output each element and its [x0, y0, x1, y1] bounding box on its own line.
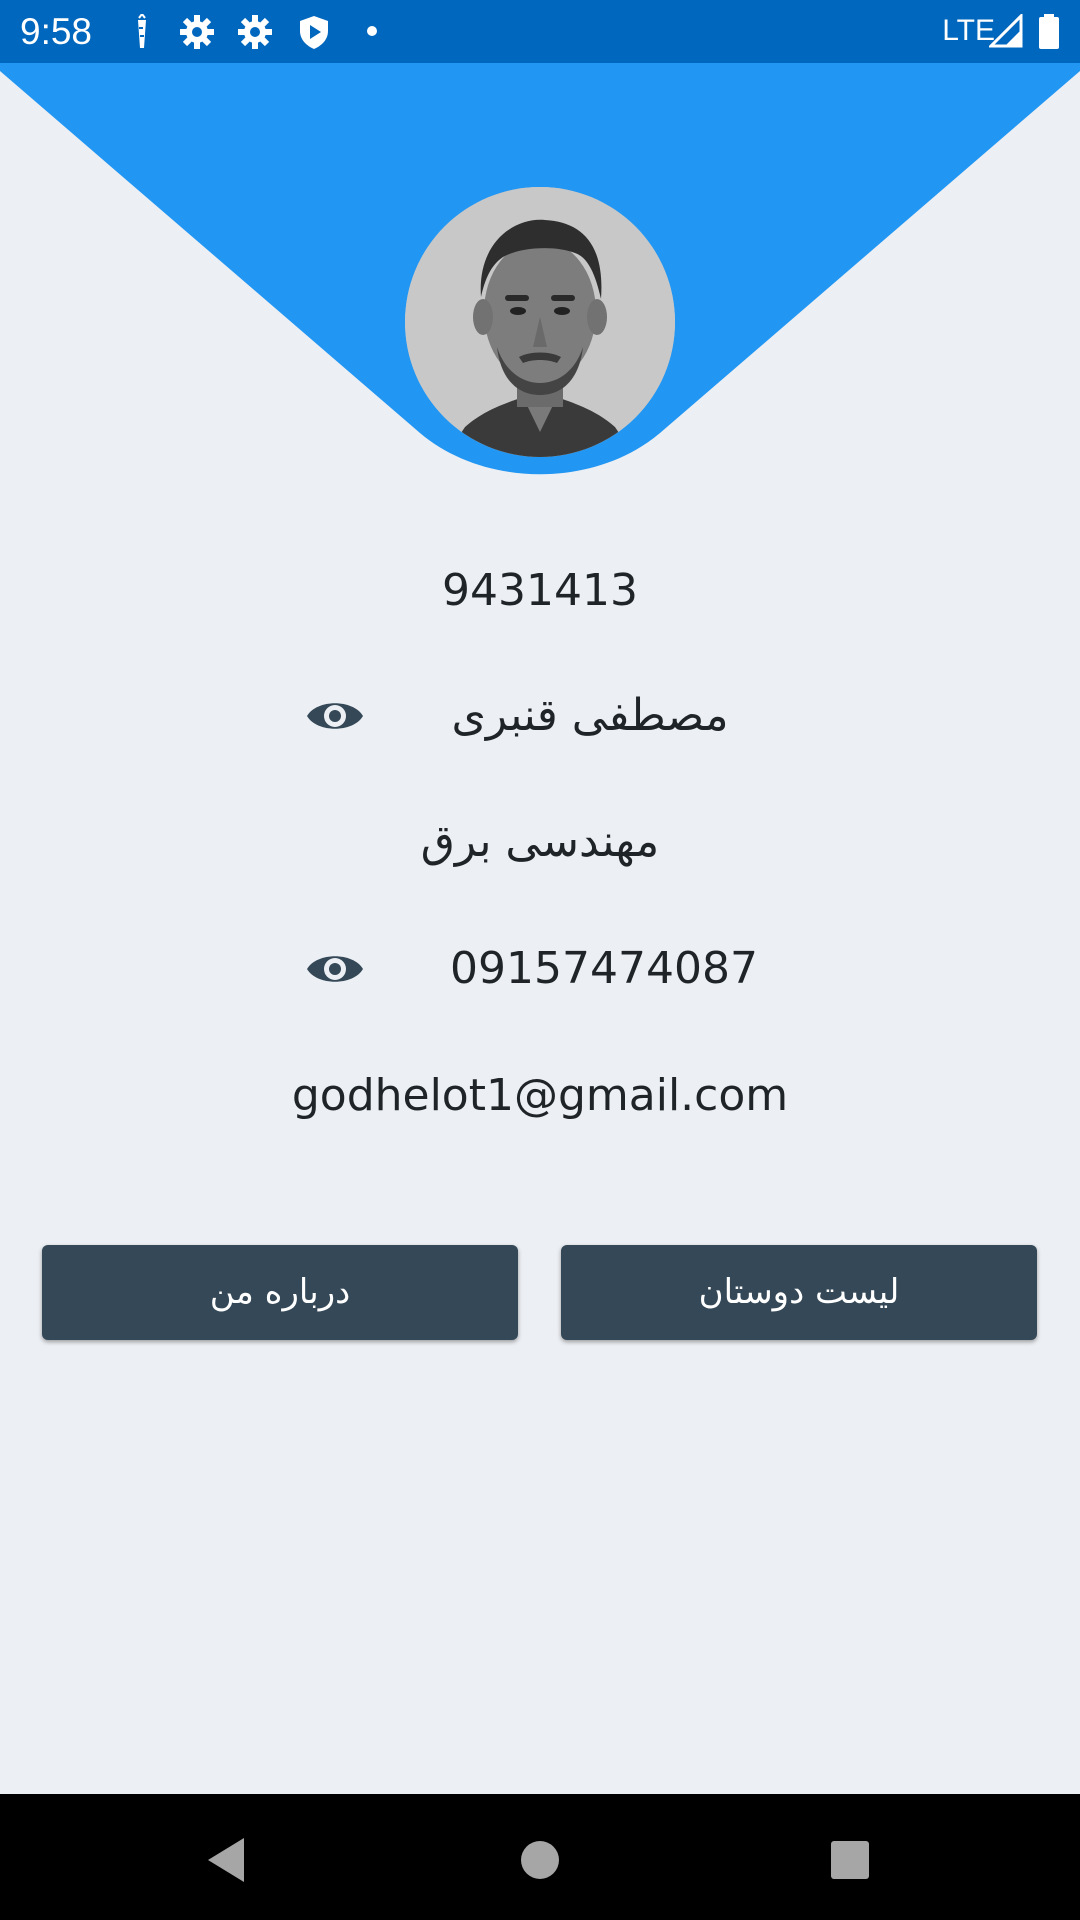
profile-avatar[interactable]	[405, 187, 675, 457]
battery-icon	[1039, 14, 1059, 49]
eye-icon[interactable]	[305, 948, 365, 990]
major-row: مهندسی برق	[0, 807, 1080, 877]
full-name: مصطفی قنبری	[451, 690, 729, 741]
recents-icon[interactable]	[820, 1830, 880, 1890]
eye-icon[interactable]	[305, 695, 365, 737]
gear-icon	[238, 15, 272, 49]
major: مهندسی برق	[420, 816, 660, 867]
gear-icon	[180, 15, 214, 49]
signal-icon	[989, 14, 1023, 48]
carrot-icon	[138, 14, 146, 48]
avatar-photo	[405, 187, 675, 457]
student-id: 9431413	[442, 565, 638, 616]
back-icon[interactable]	[198, 1830, 258, 1890]
network-type: LTE	[942, 14, 995, 47]
home-icon[interactable]	[510, 1830, 570, 1890]
email: godhelot1@gmail.com	[291, 1070, 789, 1121]
phone-number: 09157474087	[450, 943, 758, 994]
status-bar: 9:58 LTE	[0, 0, 1080, 63]
navigation-bar	[0, 1794, 1080, 1920]
phone-row: 09157474087	[0, 934, 1080, 1004]
email-row: godhelot1@gmail.com	[0, 1061, 1080, 1131]
status-time: 9:58	[20, 11, 93, 52]
profile-screen: 9:58 LTE 9431413 مصطفی قنبری مهندسی برق …	[0, 0, 1080, 1920]
friends-list-button[interactable]: لیست دوستان	[561, 1245, 1037, 1340]
play-shield-icon	[300, 16, 328, 49]
about-me-button[interactable]: درباره من	[42, 1245, 518, 1340]
name-row: مصطفی قنبری	[0, 681, 1080, 751]
dot-icon	[367, 26, 377, 36]
student-id-row: 9431413	[0, 556, 1080, 626]
